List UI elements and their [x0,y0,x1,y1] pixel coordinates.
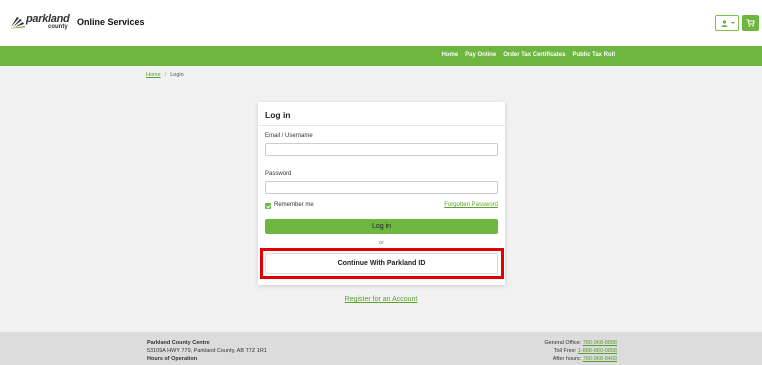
general-office-phone-link[interactable]: 780-968-8888 [583,340,617,346]
or-separator: or [379,240,384,246]
footer-org-name: Parkland County Centre [147,340,210,346]
nav-public-tax-roll[interactable]: Public Tax Roll [572,52,615,58]
password-field[interactable] [265,181,498,194]
footer-hours-title: Hours of Operation [147,356,198,362]
after-hours-label: After hours: [552,356,582,362]
email-field[interactable] [265,143,498,156]
main-navigation: Home Pay Online Order Tax Certificates P… [0,46,762,66]
nav-pay-online[interactable]: Pay Online [465,52,496,58]
remember-me-label: Remember me [274,202,314,208]
nav-order-tax-certificates[interactable]: Order Tax Certificates [503,52,565,58]
password-label: Password [265,171,292,177]
nav-home[interactable]: Home [442,52,459,58]
login-card: Log in Email / Username Password Remembe… [258,102,505,285]
breadcrumb: Home / Login [146,72,184,78]
site-footer: Parkland County Centre 53109A HWY 779, P… [0,332,762,365]
chevron-down-icon [731,22,735,24]
logo-subtitle: county [48,24,68,30]
breadcrumb-home-link[interactable]: Home [146,72,161,78]
forgotten-password-link[interactable]: Forgotten Password [444,202,498,208]
general-office-label: General Office: [544,340,582,346]
toll-free-label: Toll Free: [553,348,577,354]
site-title: Online Services [77,17,145,27]
toll-free-phone-link[interactable]: 1-888-880-0858 [578,348,617,354]
leaf-icon [11,17,25,29]
card-divider [258,125,505,126]
remember-me-checkbox[interactable] [265,203,271,209]
parkland-county-logo[interactable]: parkland county [10,13,72,34]
cart-button[interactable] [742,15,759,31]
cart-icon [746,19,755,27]
login-title: Log in [265,110,291,120]
breadcrumb-current: Login [170,72,184,78]
after-hours-phone-link[interactable]: 780-968-8400 [583,356,617,362]
register-account-link[interactable]: Register for an Account [0,296,762,303]
site-header: parkland county Online Services [0,0,762,46]
user-icon [721,20,728,27]
user-menu-button[interactable] [715,15,739,31]
login-button[interactable]: Log in [265,219,498,234]
continue-with-parkland-id-button[interactable]: Continue With Parkland ID [265,253,498,274]
footer-address: 53109A HWY 779, Parkland County, AB T7Z … [147,348,267,354]
breadcrumb-separator: / [164,72,167,78]
email-label: Email / Username [265,133,313,139]
